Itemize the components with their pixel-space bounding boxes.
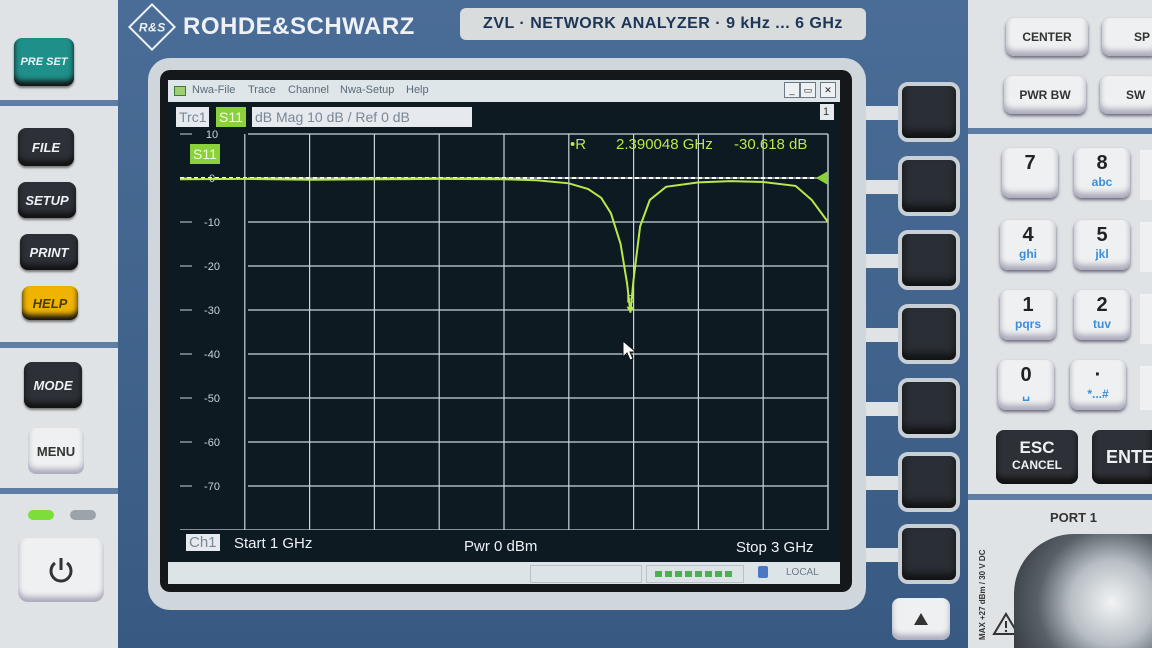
panel-divider xyxy=(968,494,1152,500)
power-led-on xyxy=(28,510,54,520)
softkey-4[interactable] xyxy=(898,304,960,364)
mouse-pointer-icon xyxy=(622,340,638,361)
cancel-label: CANCEL xyxy=(1012,458,1062,472)
plot-grid xyxy=(180,133,829,531)
mode-key[interactable]: MODE xyxy=(24,362,82,408)
channel-status-bar: Ch1 Start 1 GHz Pwr 0 dBm Stop 3 GHz xyxy=(178,530,832,560)
port-label: PORT 1 xyxy=(1050,510,1097,525)
y-tick-label: -50 xyxy=(204,393,220,405)
panel-divider xyxy=(0,100,132,106)
left-control-panel: PRE SET FILE SETUP PRINT HELP MODE MENU xyxy=(0,0,132,648)
softkey-scroll-up[interactable] xyxy=(892,598,950,640)
close-icon[interactable]: ✕ xyxy=(820,82,836,98)
softkey-2[interactable] xyxy=(898,156,960,216)
panel-divider xyxy=(0,488,132,494)
trace-label: S11 xyxy=(190,144,220,164)
minimize-icon[interactable]: _ xyxy=(784,82,800,98)
menu-key[interactable]: MENU xyxy=(28,428,84,474)
panel-divider xyxy=(968,128,1152,134)
menu-channel[interactable]: Channel xyxy=(288,84,329,96)
menu-trace[interactable]: Trace xyxy=(248,84,276,96)
esc-label: ESC xyxy=(1019,438,1055,457)
brand-header: R&S ROHDE&SCHWARZ xyxy=(127,2,415,52)
y-tick-label: -20 xyxy=(204,261,220,273)
y-tick-label: 10 xyxy=(206,129,218,141)
marker-value: -30.618 dB xyxy=(734,136,808,153)
reference-arrow xyxy=(816,171,828,185)
key-7[interactable]: 7 xyxy=(1002,148,1058,198)
app-icon xyxy=(174,86,186,96)
softkey-1[interactable] xyxy=(898,82,960,142)
key-decimal[interactable]: · *...# xyxy=(1070,360,1126,410)
stop-frequency[interactable]: Stop 3 GHz xyxy=(736,539,814,556)
power-icon xyxy=(49,558,73,583)
status-field xyxy=(530,565,642,583)
softkey-6[interactable] xyxy=(898,452,960,512)
file-key[interactable]: FILE xyxy=(18,128,74,166)
rs-logo-icon: R&S xyxy=(127,2,177,52)
softkey-3[interactable] xyxy=(898,230,960,290)
setup-key[interactable]: SETUP xyxy=(18,182,76,218)
key-2[interactable]: 2 tuv xyxy=(1074,290,1130,340)
marker-symbol: •R xyxy=(570,136,587,153)
menu-nwa-file[interactable]: Nwa-File xyxy=(192,84,235,96)
key-8[interactable]: 8 abc xyxy=(1074,148,1130,198)
y-tick-label: -70 xyxy=(204,481,220,493)
remote-icon xyxy=(758,566,768,578)
progress-indicator xyxy=(646,565,744,583)
keypad-column-edge xyxy=(1140,150,1152,410)
y-tick-label: -10 xyxy=(204,217,220,229)
standby-led xyxy=(70,510,96,520)
local-indicator: LOCAL xyxy=(786,567,819,578)
sweep-key[interactable]: SW xyxy=(1100,76,1152,114)
menu-nwa-setup[interactable]: Nwa-Setup xyxy=(340,84,394,96)
menu-bar: Nwa-File Trace Channel Nwa-Setup Help _ … xyxy=(168,80,840,102)
key-5[interactable]: 5 jkl xyxy=(1074,220,1130,270)
esc-cancel-key[interactable]: ESC CANCEL xyxy=(996,430,1078,484)
y-tick-label: -40 xyxy=(204,349,220,361)
marker-tag: R xyxy=(626,294,634,306)
brand-name: ROHDE&SCHWARZ xyxy=(183,13,415,40)
help-key[interactable]: HELP xyxy=(22,286,78,320)
preset-key[interactable]: PRE SET xyxy=(14,38,74,86)
power-button[interactable] xyxy=(18,538,104,602)
s11-plot: 100-10-20-30-40-50-60-70 R xyxy=(179,129,829,531)
marker-frequency: 2.390048 GHz xyxy=(616,136,713,153)
key-0[interactable]: 0 ␣ xyxy=(998,360,1054,410)
key-4[interactable]: 4 ghi xyxy=(1000,220,1056,270)
softkey-5[interactable] xyxy=(898,378,960,438)
y-axis-ticks: 100-10-20-30-40-50-60-70 xyxy=(204,129,220,493)
port-rating: MAX +27 dBm / 30 V DC xyxy=(978,549,987,640)
triangle-up-icon xyxy=(914,613,928,625)
channel-label[interactable]: Ch1 xyxy=(186,534,220,551)
menu-help[interactable]: Help xyxy=(406,84,429,96)
span-key[interactable]: SP xyxy=(1102,18,1152,56)
port1-connector[interactable] xyxy=(1014,534,1152,648)
progress-fill xyxy=(655,571,733,577)
key-1[interactable]: 1 pqrs xyxy=(1000,290,1056,340)
pwr-bw-key[interactable]: PWR BW xyxy=(1004,76,1086,114)
y-tick-label: -30 xyxy=(204,305,220,317)
restore-icon[interactable]: ▭ xyxy=(800,82,816,98)
center-key[interactable]: CENTER xyxy=(1006,18,1088,56)
panel-divider xyxy=(0,342,132,348)
system-status-bar: LOCAL xyxy=(168,562,840,584)
enter-key[interactable]: ENTE xyxy=(1092,430,1152,484)
y-tick-label: -60 xyxy=(204,437,220,449)
print-key[interactable]: PRINT xyxy=(20,234,78,270)
source-power[interactable]: Pwr 0 dBm xyxy=(464,538,537,555)
softkey-7[interactable] xyxy=(898,524,960,584)
start-frequency[interactable]: Start 1 GHz xyxy=(234,535,312,552)
model-label: ZVL · NETWORK ANALYZER · 9 kHz ... 6 GHz xyxy=(460,8,866,40)
